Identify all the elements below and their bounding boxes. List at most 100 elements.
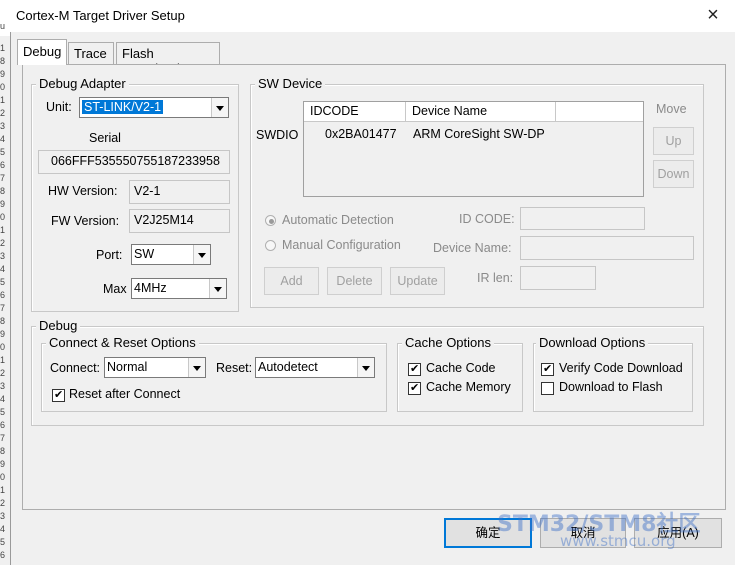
- gutter-digit: 2: [0, 239, 6, 248]
- unit-value: ST-LINK/V2-1: [82, 100, 164, 114]
- cache-code-label: Cache Code: [426, 361, 496, 375]
- serial-label: Serial: [89, 131, 121, 145]
- add-button[interactable]: Add: [264, 267, 319, 295]
- gutter-digit: 1: [0, 96, 6, 105]
- sw-device-label: SW Device: [255, 76, 326, 91]
- automatic-detection-label: Automatic Detection: [282, 213, 394, 227]
- chevron-down-icon[interactable]: [188, 358, 205, 377]
- gutter-digit: 3: [0, 512, 6, 521]
- connect-label: Connect:: [50, 361, 101, 375]
- row-idcode[interactable]: 0x2BA01477: [325, 127, 397, 141]
- col-header-idcode[interactable]: IDCODE: [304, 102, 406, 122]
- move-down-button[interactable]: Down: [653, 160, 694, 188]
- manual-configuration-radio[interactable]: [265, 240, 276, 251]
- gutter-digit: 7: [0, 304, 6, 313]
- gutter-digit: 1: [0, 226, 6, 235]
- gutter-digit: 8: [0, 447, 6, 456]
- port-value: SW: [134, 247, 155, 261]
- gutter-digit: 2: [0, 369, 6, 378]
- gutter-digit: 6: [0, 161, 6, 170]
- gutter-digit: 4: [0, 525, 6, 534]
- cache-memory-checkbox[interactable]: [408, 381, 421, 395]
- hw-version-field: V2-1: [129, 180, 230, 204]
- chevron-down-icon[interactable]: [357, 358, 374, 377]
- delete-button[interactable]: Delete: [327, 267, 382, 295]
- chevron-down-icon[interactable]: [211, 98, 228, 117]
- gutter-digit: 7: [0, 434, 6, 443]
- max-clock-value: 4MHz: [134, 281, 167, 295]
- gutter-digit: 3: [0, 252, 6, 261]
- gutter-digit: 1: [0, 44, 6, 53]
- gutter-digit: 5: [0, 538, 6, 547]
- gutter-digit: 8: [0, 317, 6, 326]
- gutter-digit: 7: [0, 174, 6, 183]
- gutter-digit: 4: [0, 395, 6, 404]
- col-header-device-name[interactable]: Device Name: [406, 102, 556, 122]
- chevron-down-icon[interactable]: [209, 279, 226, 298]
- manual-configuration-label: Manual Configuration: [282, 238, 401, 252]
- id-code-field[interactable]: [520, 207, 645, 230]
- gutter-digit: 5: [0, 278, 6, 287]
- update-button[interactable]: Update: [390, 267, 445, 295]
- connect-select[interactable]: Normal: [104, 357, 206, 378]
- move-up-button[interactable]: Up: [653, 127, 694, 155]
- gutter-digit: 8: [0, 187, 6, 196]
- ir-len-field[interactable]: [520, 266, 596, 290]
- tab-debug[interactable]: Debug: [17, 39, 67, 65]
- sw-device-list[interactable]: IDCODE Device Name 0x2BA01477 ARM CoreSi…: [303, 101, 644, 197]
- tab-flash-download[interactable]: Flash Download: [116, 42, 220, 76]
- reset-select[interactable]: Autodetect: [255, 357, 375, 378]
- connect-reset-label: Connect & Reset Options: [46, 335, 199, 350]
- unit-select[interactable]: ST-LINK/V2-1: [79, 97, 229, 118]
- verify-code-download-checkbox[interactable]: [541, 362, 554, 376]
- max-clock-select[interactable]: 4MHz: [131, 278, 227, 299]
- device-name-field[interactable]: [520, 236, 694, 260]
- port-select[interactable]: SW: [131, 244, 211, 265]
- debug-group-label: Debug: [36, 318, 81, 333]
- cache-memory-label: Cache Memory: [426, 380, 511, 394]
- gutter-digit: 6: [0, 291, 6, 300]
- cache-options-label: Cache Options: [402, 335, 494, 350]
- gutter-digit: 3: [0, 382, 6, 391]
- gutter-digit: 9: [0, 200, 6, 209]
- swdio-label: SWDIO: [256, 128, 299, 142]
- close-icon[interactable]: ×: [700, 2, 726, 28]
- gutter-digit: 0: [0, 83, 6, 92]
- ir-len-label: IR len:: [477, 271, 514, 285]
- window-title: Cortex-M Target Driver Setup: [16, 8, 185, 23]
- row-device-name[interactable]: ARM CoreSight SW-DP: [413, 127, 545, 141]
- gutter-digit: 8: [0, 57, 6, 66]
- id-code-label: ID CODE:: [459, 212, 515, 226]
- chevron-down-icon[interactable]: [193, 245, 210, 264]
- gutter-digit: 4: [0, 265, 6, 274]
- gutter-digit: 1: [0, 356, 6, 365]
- serial-field: 066FFF535550755187233958: [38, 150, 230, 174]
- tab-trace[interactable]: Trace: [68, 42, 114, 64]
- reset-after-connect-checkbox[interactable]: [52, 388, 65, 402]
- gutter-digit: 5: [0, 408, 6, 417]
- gutter-digit: 4: [0, 135, 6, 144]
- gutter-digit: 6: [0, 421, 6, 430]
- gutter-digit: 0: [0, 473, 6, 482]
- gutter-digit: 0: [0, 213, 6, 222]
- gutter-digit: u: [0, 22, 6, 31]
- download-options-label: Download Options: [536, 335, 649, 350]
- gutter-digit: 5: [0, 148, 6, 157]
- max-clock-label: Max: [103, 282, 127, 296]
- gutter-digit: 0: [0, 343, 6, 352]
- move-label: Move: [656, 102, 687, 116]
- verify-code-download-label: Verify Code Download: [559, 361, 683, 375]
- gutter-digit: 2: [0, 109, 6, 118]
- gutter-digit: 3: [0, 122, 6, 131]
- port-label: Port:: [96, 248, 123, 262]
- reset-value: Autodetect: [258, 360, 318, 374]
- gutter-digit: 2: [0, 499, 6, 508]
- cache-options-group: [397, 343, 523, 412]
- download-to-flash-label: Download to Flash: [559, 380, 663, 394]
- unit-label: Unit:: [46, 100, 72, 114]
- gutter-digit: 6: [0, 551, 6, 560]
- background-line-gutter: u 1 8 9 0 1 2 3 4 5 6 7 8 9 0 1 2 3 4 5 …: [0, 22, 10, 565]
- cache-code-checkbox[interactable]: [408, 362, 421, 376]
- download-to-flash-checkbox[interactable]: [541, 382, 554, 395]
- automatic-detection-radio[interactable]: [265, 215, 276, 226]
